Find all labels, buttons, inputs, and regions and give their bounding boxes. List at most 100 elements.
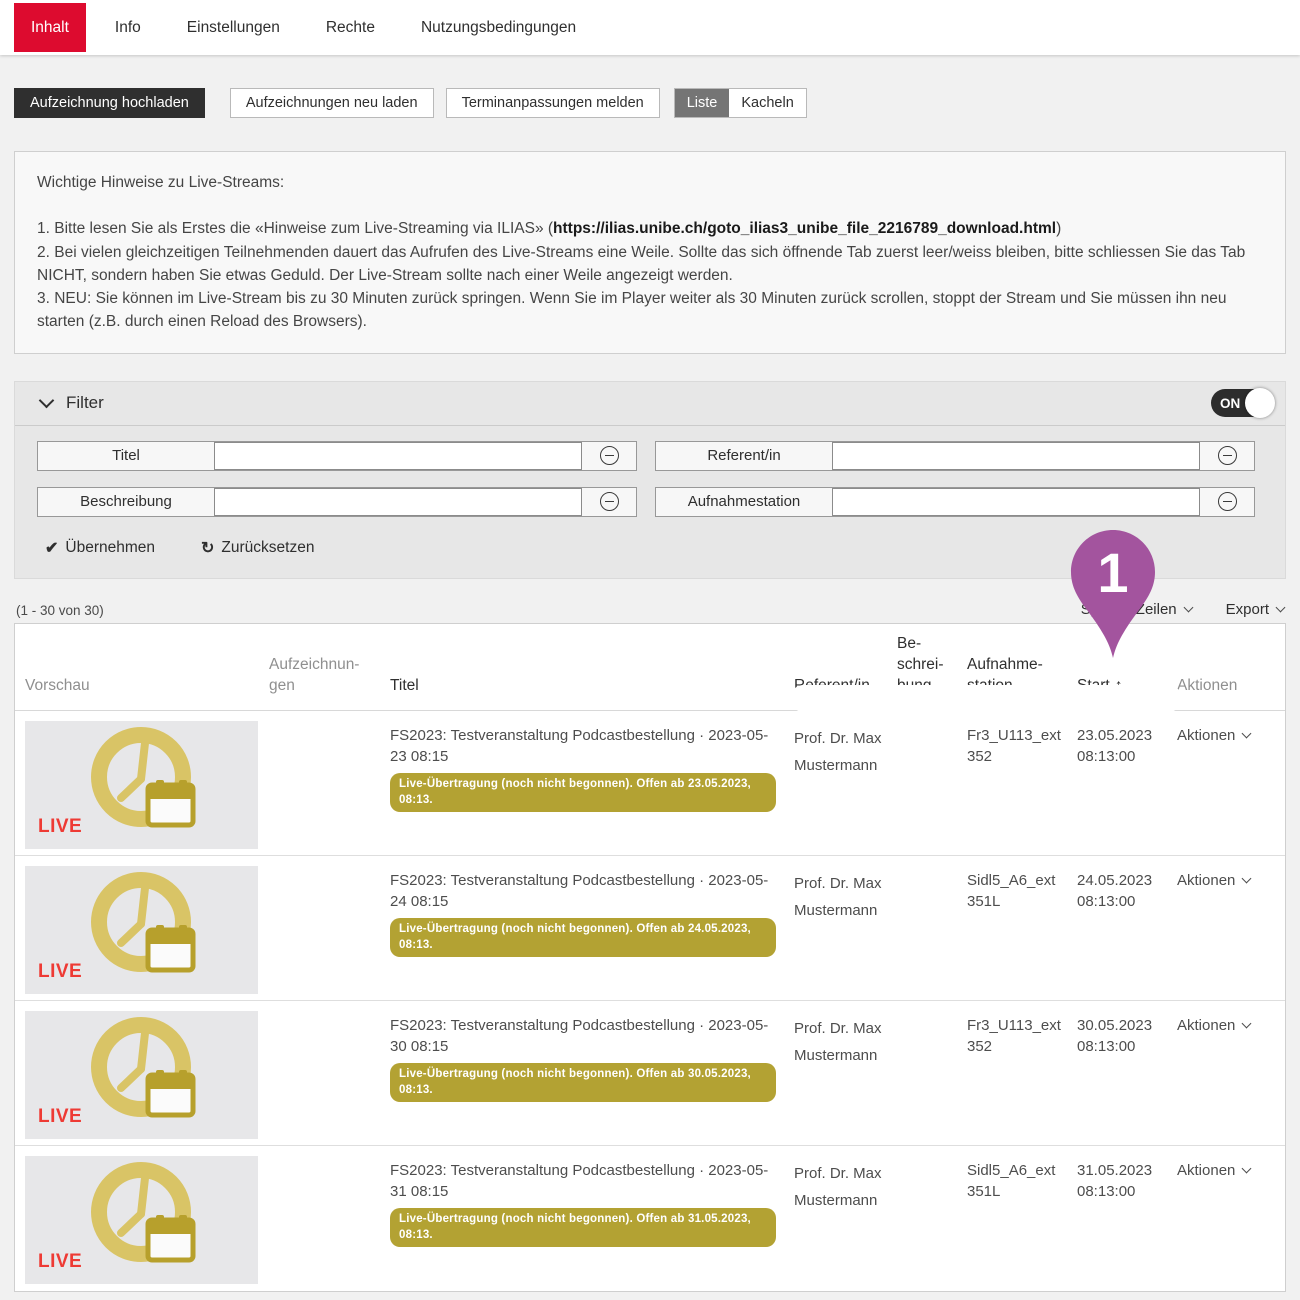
page: { "tabs": { "items": [ { "label": "Inhal… (0, 0, 1300, 1300)
notice-item-3: 3. NEU: Sie können im Live-Stream bis zu… (37, 287, 1263, 334)
row-actions-dropdown[interactable]: Aktionen (1177, 1160, 1250, 1181)
filter-field-referent-label: Referent/in (656, 447, 832, 464)
chevron-down-icon (1242, 873, 1252, 883)
row-actions-dropdown[interactable]: Aktionen (1177, 1015, 1250, 1036)
live-preview-thumbnail[interactable]: LIVE (25, 721, 258, 849)
view-list-button[interactable]: Liste (675, 89, 730, 117)
titel-cell: FS2023: Testveranstaltung Podcastbestell… (390, 856, 794, 1000)
recording-title-link[interactable]: FS2023: Testveranstaltung Podcastbestell… (390, 1017, 768, 1055)
table-row: LIVE FS2023: Testveranstaltung Podcastbe… (15, 1146, 1285, 1291)
live-preview-thumbnail[interactable]: LIVE (25, 1011, 258, 1139)
view-tiles-button[interactable]: Kacheln (729, 89, 805, 117)
filter-reset-button[interactable]: ↻ Zurücksetzen (201, 538, 314, 558)
live-preview-thumbnail[interactable]: LIVE (25, 1156, 258, 1284)
minus-circle-icon (1218, 492, 1237, 511)
aktionen-cell: Aktionen (1177, 711, 1275, 855)
column-header-titel[interactable]: Titel (390, 676, 794, 697)
chevron-down-icon (1242, 728, 1252, 738)
reload-recordings-button[interactable]: Aufzeichnungen neu laden (230, 88, 434, 118)
report-schedule-change-button[interactable]: Terminanpassungen melden (446, 88, 660, 118)
column-header-aktionen: Aktionen (1177, 676, 1275, 697)
titel-cell: FS2023: Testveranstaltung Podcastbestell… (390, 1001, 794, 1145)
filter-header[interactable]: Filter ON (15, 382, 1285, 426)
chevron-down-icon (1276, 602, 1286, 612)
start-cell: 24.05.2023 08:13:00 (1077, 856, 1177, 1000)
refresh-icon: ↻ (201, 538, 214, 558)
chevron-down-icon (39, 392, 55, 408)
recording-title-link[interactable]: FS2023: Testveranstaltung Podcastbestell… (390, 727, 768, 765)
filter-toggle[interactable]: ON (1211, 389, 1273, 417)
aufzeichnungen-cell (269, 711, 390, 855)
live-status-badge: Live-Übertragung (noch nicht begonnen). … (390, 918, 776, 957)
aufnahmestation-cell: Sidl5_A6_ext351L (967, 1146, 1077, 1291)
live-stream-notice-box: Wichtige Hinweise zu Live-Streams: 1. Bi… (14, 151, 1286, 354)
filter-titel-input[interactable] (214, 442, 582, 470)
notice-item-1-text: 1. Bitte lesen Sie als Erstes die «Hinwe… (37, 220, 553, 237)
row-actions-dropdown[interactable]: Aktionen (1177, 870, 1250, 891)
filter-field-titel: Titel (37, 441, 637, 471)
check-icon: ✔ (45, 538, 58, 558)
tab-info[interactable]: Info (98, 0, 158, 55)
preview-cell: LIVE (25, 711, 269, 855)
tab-inhalt[interactable]: Inhalt (14, 3, 86, 52)
tab-nutzungsbedingungen[interactable]: Nutzungsbedingungen (404, 0, 593, 55)
referent-cell: Prof. Dr. Max Mustermann (794, 1001, 897, 1145)
export-dropdown[interactable]: Export (1226, 601, 1284, 618)
table-row: LIVE FS2023: Testveranstaltung Podcastbe… (15, 711, 1285, 856)
preview-cell: LIVE (25, 1001, 269, 1145)
row-actions-dropdown[interactable]: Aktionen (1177, 725, 1250, 746)
filter-aufnahmestation-remove-button[interactable] (1200, 492, 1254, 511)
notice-download-link[interactable]: https://ilias.unibe.ch/goto_ilias3_unibe… (553, 220, 1056, 237)
tab-einstellungen[interactable]: Einstellungen (170, 0, 297, 55)
filter-titel-remove-button[interactable] (582, 446, 636, 465)
filter-referent-remove-button[interactable] (1200, 446, 1254, 465)
aufzeichnungen-cell (269, 856, 390, 1000)
filter-toggle-label: ON (1220, 396, 1240, 411)
column-header-vorschau: Vorschau (25, 676, 269, 697)
live-preview-thumbnail[interactable]: LIVE (25, 866, 258, 994)
start-cell: 30.05.2023 08:13:00 (1077, 1001, 1177, 1145)
recording-title-link[interactable]: FS2023: Testveranstaltung Podcastbestell… (390, 1162, 768, 1200)
preview-cell: LIVE (25, 1146, 269, 1291)
filter-beschreibung-input[interactable] (214, 488, 582, 516)
annotation-white-smudge (790, 685, 1182, 712)
tab-rechte[interactable]: Rechte (309, 0, 392, 55)
filter-title: Filter (66, 393, 104, 413)
filter-referent-input[interactable] (832, 442, 1200, 470)
filter-apply-button[interactable]: ✔ Übernehmen (45, 538, 155, 558)
titel-cell: FS2023: Testveranstaltung Podcastbestell… (390, 1146, 794, 1291)
notice-heading: Wichtige Hinweise zu Live-Streams: (37, 171, 1263, 194)
live-status-badge: Live-Übertragung (noch nicht begonnen). … (390, 1208, 776, 1247)
notice-item-2: 2. Bei vielen gleichzeitigen Teilnehmend… (37, 241, 1263, 288)
filter-beschreibung-remove-button[interactable] (582, 492, 636, 511)
live-status-badge: Live-Übertragung (noch nicht begonnen). … (390, 773, 776, 812)
notice-item-1-suffix: ) (1056, 220, 1061, 237)
referent-cell: Prof. Dr. Max Mustermann (794, 1146, 897, 1291)
chevron-down-icon (1242, 1163, 1252, 1173)
filter-aufnahmestation-input[interactable] (832, 488, 1200, 516)
result-count: (1 - 30 von 30) (16, 603, 104, 618)
filter-apply-label: Übernehmen (65, 539, 155, 557)
live-label: LIVE (38, 959, 82, 986)
aktionen-cell: Aktionen (1177, 856, 1275, 1000)
recording-title-link[interactable]: FS2023: Testveranstaltung Podcastbestell… (390, 872, 768, 910)
minus-circle-icon (600, 446, 619, 465)
titel-cell: FS2023: Testveranstaltung Podcastbestell… (390, 711, 794, 855)
filter-toggle-knob (1245, 388, 1275, 418)
toolbar: Aufzeichnung hochladen Aufzeichnungen ne… (14, 88, 1286, 118)
start-cell: 31.05.2023 08:13:00 (1077, 1146, 1177, 1291)
table-row: LIVE FS2023: Testveranstaltung Podcastbe… (15, 1001, 1285, 1146)
filter-field-referent: Referent/in (655, 441, 1255, 471)
beschreibung-cell (897, 1001, 967, 1145)
referent-cell: Prof. Dr. Max Mustermann (794, 711, 897, 855)
aufnahmestation-cell: Fr3_U113_ext352 (967, 1001, 1077, 1145)
live-status-badge: Live-Übertragung (noch nicht begonnen). … (390, 1063, 776, 1102)
view-switcher: Liste Kacheln (674, 88, 807, 118)
chevron-down-icon (1183, 602, 1193, 612)
notice-item-1: 1. Bitte lesen Sie als Erstes die «Hinwe… (37, 217, 1263, 240)
upload-recording-button[interactable]: Aufzeichnung hochladen (14, 88, 205, 118)
table-row: LIVE FS2023: Testveranstaltung Podcastbe… (15, 856, 1285, 1001)
preview-cell: LIVE (25, 856, 269, 1000)
minus-circle-icon (1218, 446, 1237, 465)
filter-field-aufnahmestation-label: Aufnahmestation (656, 493, 832, 510)
